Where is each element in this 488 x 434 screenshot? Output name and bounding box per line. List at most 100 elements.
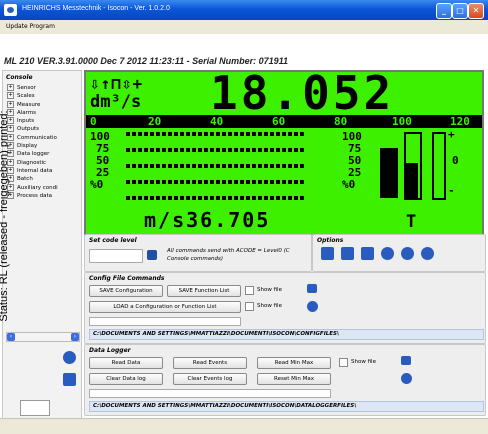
lcd-grid-dot — [300, 196, 304, 200]
tree-item-diagnostic[interactable]: + Diagnostic — [5, 158, 79, 167]
lcd-left-axis-0: %0 — [90, 178, 104, 191]
tree-item-display[interactable]: + Display — [5, 142, 79, 150]
wrench-icon[interactable] — [381, 247, 394, 260]
lcd-grid-dot — [252, 164, 256, 168]
gear-icon[interactable] — [421, 247, 434, 260]
lcd-grid-dot — [204, 132, 208, 136]
lcd-right-axis-100: 100 — [342, 130, 362, 143]
minimize-button[interactable]: _ — [436, 3, 452, 19]
save-function-list-button[interactable]: SAVE Function List — [167, 285, 241, 297]
lcd-grid-dot — [132, 196, 136, 200]
tree-item-alarms[interactable]: + Alarms — [5, 108, 79, 117]
tree-item-label: Display — [17, 143, 38, 150]
lcd-grid-dot — [138, 164, 142, 168]
lcd-grid-dot — [228, 132, 232, 136]
show-log-file-checkbox[interactable] — [339, 358, 348, 367]
lcd-grid-dot — [150, 164, 154, 168]
lcd-grid-dot — [168, 132, 172, 136]
lcd-grid-dot — [126, 180, 130, 184]
lcd-grid-dot — [276, 196, 280, 200]
title-bar: HEINRICHS Messtechnik - Isocon - Ver. 1.… — [0, 0, 488, 20]
refresh-icon[interactable] — [63, 351, 76, 364]
tree-item-process-data[interactable]: + Process data — [5, 191, 79, 200]
lcd-grid-dot — [246, 148, 250, 152]
lcd-grid-dot — [156, 196, 160, 200]
lcd-grid-dot — [162, 164, 166, 168]
window-icon[interactable] — [321, 247, 334, 260]
lcd-grid-dot — [222, 180, 226, 184]
folder-icon[interactable] — [307, 284, 317, 293]
maximize-button[interactable]: □ — [452, 3, 468, 19]
read-data-button[interactable]: Read Data — [89, 357, 163, 369]
tree-item-label: Auxiliary condi — [17, 184, 58, 191]
lcd-grid-dot — [240, 148, 244, 152]
code-level-input[interactable] — [89, 249, 143, 263]
lcd-grid-dot — [180, 180, 184, 184]
menu-update-program[interactable]: Update Program — [6, 23, 55, 30]
tree-item-outputs[interactable]: + Outputs — [5, 125, 79, 133]
lcd-grid-dot — [204, 148, 208, 152]
clock-icon[interactable] — [401, 247, 414, 260]
read-min-max-button[interactable]: Read Min Max — [257, 357, 331, 369]
save-icon[interactable] — [341, 247, 354, 260]
lcd-grid-dot — [222, 164, 226, 168]
tree-item-measure[interactable]: + Measure — [5, 100, 79, 109]
document-icon[interactable] — [63, 373, 76, 386]
lcd-grid-dot — [156, 180, 160, 184]
scroll-right-arrow-icon[interactable]: › — [71, 333, 79, 341]
lcd-grid-dot — [204, 164, 208, 168]
file-icon[interactable] — [361, 247, 374, 260]
tree-item-label: Sensor — [17, 85, 36, 91]
lcd-grid-dot — [174, 148, 178, 152]
lcd-grid-dot — [282, 196, 286, 200]
lcd-left-axis-50: 50 — [96, 154, 110, 167]
lcd-grid-dot — [216, 132, 220, 136]
lcd-grid-dot — [210, 132, 214, 136]
lcd-grid-dot — [186, 164, 190, 168]
set-code-panel: Set code level All commands send with AC… — [84, 234, 312, 272]
main-client-area: ML 210 VER.3.91.0000 Dec 7 2012 11:23:11… — [0, 34, 488, 433]
tree-item-batch[interactable]: + Batch — [5, 175, 79, 183]
tree-item-auxiliary-conditions[interactable]: + Auxiliary condi — [5, 183, 79, 192]
tree-item-sensor[interactable]: + Sensor — [5, 84, 79, 92]
lcd-grid-dot — [264, 164, 268, 168]
lock-icon[interactable] — [147, 250, 157, 260]
lcd-grid-dot — [138, 148, 142, 152]
save-configuration-button[interactable]: SAVE Configuration — [89, 285, 163, 297]
tree-item-scales[interactable]: + Scales — [5, 92, 79, 100]
lcd-grid-dot — [294, 180, 298, 184]
reset-min-max-button[interactable]: Reset Min Max — [257, 373, 331, 385]
clear-events-log-button[interactable]: Clear Events log — [173, 373, 247, 385]
show-config-file-checkbox[interactable] — [245, 286, 254, 295]
lcd-grid-dot — [276, 164, 280, 168]
lcd-grid-dot — [168, 148, 172, 152]
lcd-grid-dot — [228, 196, 232, 200]
tree-item-inputs[interactable]: + Inputs — [5, 117, 79, 125]
lcd-grid-dot — [288, 148, 292, 152]
load-configuration-button[interactable]: LOAD a Configuration or Function List — [89, 301, 241, 313]
gear-small-icon[interactable] — [307, 301, 318, 312]
read-events-button[interactable]: Read Events — [173, 357, 247, 369]
lcd-grid-dot — [198, 196, 202, 200]
config-title: Config File Commands — [89, 275, 165, 282]
log-progress-bar — [89, 389, 331, 398]
console-tree[interactable]: + Sensor + Scales + Measure + Alarms + Inputs… — [5, 84, 79, 254]
close-button[interactable]: ✕ — [468, 3, 484, 19]
tree-item-data-logger[interactable]: + Data logger — [5, 150, 79, 158]
lcd-grid-dot — [210, 148, 214, 152]
lcd-grid-dot — [192, 148, 196, 152]
lcd-bottom-value: m/s36.705 — [144, 208, 271, 232]
show-load-file-checkbox[interactable] — [245, 302, 254, 311]
config-folder-path: C:\DOCUMENTS AND SETTINGS\MMATTIAZZI\DOC… — [89, 329, 484, 340]
console-input-box[interactable] — [20, 400, 50, 416]
tree-item-communication[interactable]: + Communicatio — [5, 133, 79, 142]
tree-item-internal-data[interactable]: + Internal data — [5, 166, 79, 175]
log-folder-icon[interactable] — [401, 356, 411, 365]
lcd-grid-dot — [150, 148, 154, 152]
scale-mark: 80 — [334, 115, 348, 128]
log-gear-icon[interactable] — [401, 373, 412, 384]
scale-mark: 0 — [90, 115, 97, 128]
console-horizontal-scrollbar[interactable]: ‹ › — [6, 332, 80, 342]
lcd-grid-dot — [156, 148, 160, 152]
clear-data-log-button[interactable]: Clear Data log — [89, 373, 163, 385]
